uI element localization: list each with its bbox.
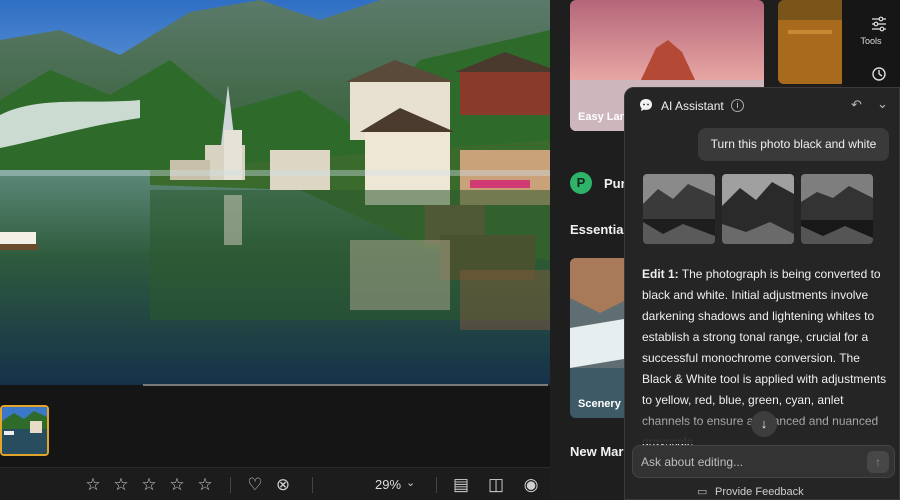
chat-bubble-icon: [639, 98, 653, 112]
section-title-new-mar[interactable]: New Mar: [570, 444, 623, 459]
preset-card[interactable]: [778, 0, 842, 84]
star-icon[interactable]: ☆: [112, 476, 130, 494]
ai-response-body: The photograph is being converted to bla…: [642, 267, 887, 407]
bw-preview-thumbnail[interactable]: [801, 174, 873, 244]
provide-feedback-link[interactable]: Provide Feedback: [715, 486, 804, 498]
ai-assistant-panel: AI Assistant i ↶ ⌄ Turn this photo black…: [624, 87, 900, 500]
main-photo[interactable]: [0, 0, 550, 385]
bw-preview-thumbnail[interactable]: [643, 174, 715, 244]
history-icon[interactable]: [871, 66, 887, 82]
tools-label: Tools: [860, 36, 882, 46]
chevron-down-icon[interactable]: ⌄: [406, 476, 415, 489]
ai-prompt-input[interactable]: [641, 453, 861, 471]
compare-icon[interactable]: ◫: [487, 476, 505, 494]
eye-icon[interactable]: ◉: [522, 476, 540, 494]
section-title-pur[interactable]: Pur: [604, 176, 626, 191]
info-icon[interactable]: i: [731, 99, 744, 112]
ai-assistant-header: AI Assistant i ↶ ⌄: [625, 88, 899, 122]
bottom-toolbar: ☆ ☆ ☆ ☆ ☆ ♡ ⊗ 29% ⌄ ▤ ◫ ◉: [0, 467, 550, 500]
star-icon[interactable]: ☆: [196, 476, 214, 494]
chevron-down-icon[interactable]: ⌄: [877, 96, 888, 112]
heart-icon[interactable]: ♡: [246, 476, 264, 494]
preset-card-label: Scenery: [578, 398, 621, 410]
star-icon[interactable]: ☆: [168, 476, 186, 494]
star-icon[interactable]: ☆: [140, 476, 158, 494]
ai-assistant-title: AI Assistant: [661, 99, 724, 113]
divider: [436, 477, 437, 493]
send-arrow-icon[interactable]: ↑: [867, 451, 889, 473]
divider: [312, 477, 313, 493]
bw-preview-thumbnail[interactable]: [722, 174, 794, 244]
filmstrip: [0, 385, 550, 467]
feedback-icon: ▭: [697, 486, 708, 498]
zoom-level[interactable]: 29%: [375, 477, 401, 492]
filmstrip-scrollbar[interactable]: [143, 384, 548, 386]
preset-card-scenery[interactable]: Scenery: [570, 258, 630, 418]
tag-icon[interactable]: ▤: [452, 476, 470, 494]
user-message-bubble: Turn this photo black and white: [698, 128, 889, 161]
sliders-icon[interactable]: [871, 16, 887, 32]
scroll-down-button[interactable]: ↓: [751, 411, 777, 437]
pur-icon: P: [570, 172, 592, 194]
reject-icon[interactable]: ⊗: [274, 476, 292, 494]
star-icon[interactable]: ☆: [84, 476, 102, 494]
undo-icon[interactable]: ↶: [851, 97, 862, 113]
ai-input-box[interactable]: ↑: [632, 445, 895, 478]
divider: [230, 477, 231, 493]
filmstrip-thumbnail-selected[interactable]: [0, 405, 49, 456]
editor-window: ☆ ☆ ☆ ☆ ☆ ♡ ⊗ 29% ⌄ ▤ ◫ ◉ Easy Land P Pu…: [0, 0, 900, 500]
edit-label: Edit 1:: [642, 267, 679, 281]
